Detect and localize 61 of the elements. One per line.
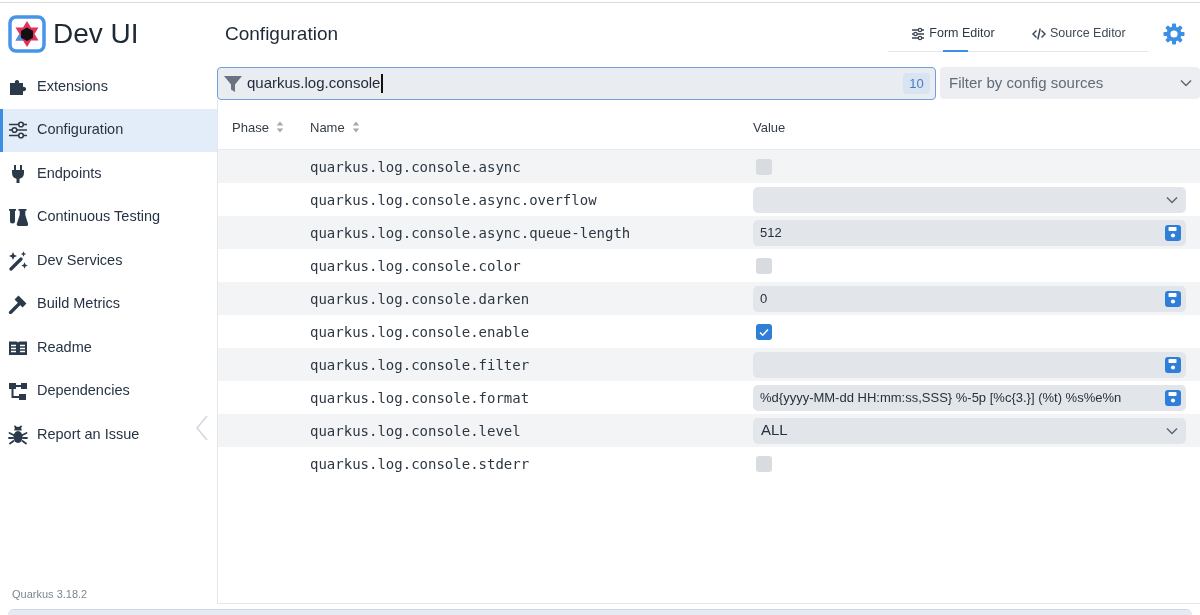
property-name: quarkus.log.console.async xyxy=(310,158,521,175)
select-field[interactable] xyxy=(753,186,1186,213)
save-icon[interactable] xyxy=(1165,389,1181,406)
bug-icon xyxy=(8,424,28,445)
column-header[interactable]: Name xyxy=(310,117,360,137)
sort-icon xyxy=(351,121,360,134)
chevron-down-icon xyxy=(1180,79,1192,87)
code-icon xyxy=(1032,26,1046,41)
hammer-icon xyxy=(8,294,28,315)
save-icon[interactable] xyxy=(1165,224,1181,241)
chevron-down-icon xyxy=(1166,195,1178,204)
text-field[interactable]: 512 xyxy=(753,219,1186,246)
chevron-down-icon xyxy=(1166,426,1178,435)
sort-icon xyxy=(275,121,284,134)
sidebar-item[interactable]: Readme xyxy=(0,326,217,370)
save-icon[interactable] xyxy=(1165,356,1181,373)
checkbox[interactable] xyxy=(756,323,772,340)
checkbox[interactable] xyxy=(756,257,772,274)
sidebar-item[interactable]: Extensions xyxy=(0,65,217,109)
filter-icon xyxy=(223,73,243,94)
property-name: quarkus.log.console.async.queue-length xyxy=(310,224,631,241)
text-field[interactable]: %d{yyyy-MM-dd HH:mm:ss,SSS} %-5p [%c{3.}] (%t) %s%e%n xyxy=(753,384,1186,411)
version-label: Quarkus 3.18.2 xyxy=(11,587,89,602)
property-name: quarkus.log.console.filter xyxy=(310,356,530,373)
column-header[interactable]: Phase xyxy=(232,117,284,137)
flask-icon xyxy=(8,207,28,228)
property-name: quarkus.log.console.async.overflow xyxy=(310,191,597,208)
text-field[interactable] xyxy=(753,351,1186,378)
text-field[interactable]: 0 xyxy=(753,285,1186,312)
sliders-icon xyxy=(911,26,926,41)
sidebar-item[interactable]: Report an Issue xyxy=(0,413,217,457)
sidebar-item[interactable]: Build Metrics xyxy=(0,282,217,326)
settings-icon[interactable] xyxy=(1163,23,1185,45)
source-filter-dropdown[interactable]: Filter by config sources xyxy=(940,67,1200,99)
sliders-icon xyxy=(8,120,28,141)
save-icon[interactable] xyxy=(1165,290,1181,307)
property-name: quarkus.log.console.color xyxy=(310,257,521,274)
text-cursor-icon xyxy=(381,74,383,93)
tab[interactable]: Source Editor xyxy=(1018,16,1148,51)
tab[interactable]: Form Editor xyxy=(888,16,1018,51)
column-header: Value xyxy=(753,118,786,137)
property-name: quarkus.log.console.format xyxy=(310,389,530,406)
page-title: Configuration xyxy=(224,21,339,46)
select-field[interactable]: ALL xyxy=(753,417,1186,444)
sidebar-item[interactable]: Continuous Testing xyxy=(0,195,217,239)
result-count-badge: 10 xyxy=(903,73,930,94)
property-name: quarkus.log.console.enable xyxy=(310,323,530,340)
app-title: Dev UI xyxy=(53,17,139,51)
checkbox[interactable] xyxy=(756,158,772,175)
search-field[interactable]: quarkus.log.console 10 xyxy=(217,67,936,100)
sidebar-item[interactable]: Endpoints xyxy=(0,152,217,196)
property-name: quarkus.log.console.darken xyxy=(310,290,530,307)
checkbox[interactable] xyxy=(756,455,772,472)
sidebar-item[interactable]: Dev Services xyxy=(0,239,217,283)
sidebar-item[interactable]: Dependencies xyxy=(0,369,217,413)
logo-icon xyxy=(8,15,46,53)
sidebar-item[interactable]: Configuration xyxy=(0,108,217,152)
property-name: quarkus.log.console.stderr xyxy=(310,455,530,472)
magic-wand-icon xyxy=(8,250,28,271)
diagram-icon xyxy=(8,381,28,402)
property-name: quarkus.log.console.level xyxy=(310,422,521,439)
